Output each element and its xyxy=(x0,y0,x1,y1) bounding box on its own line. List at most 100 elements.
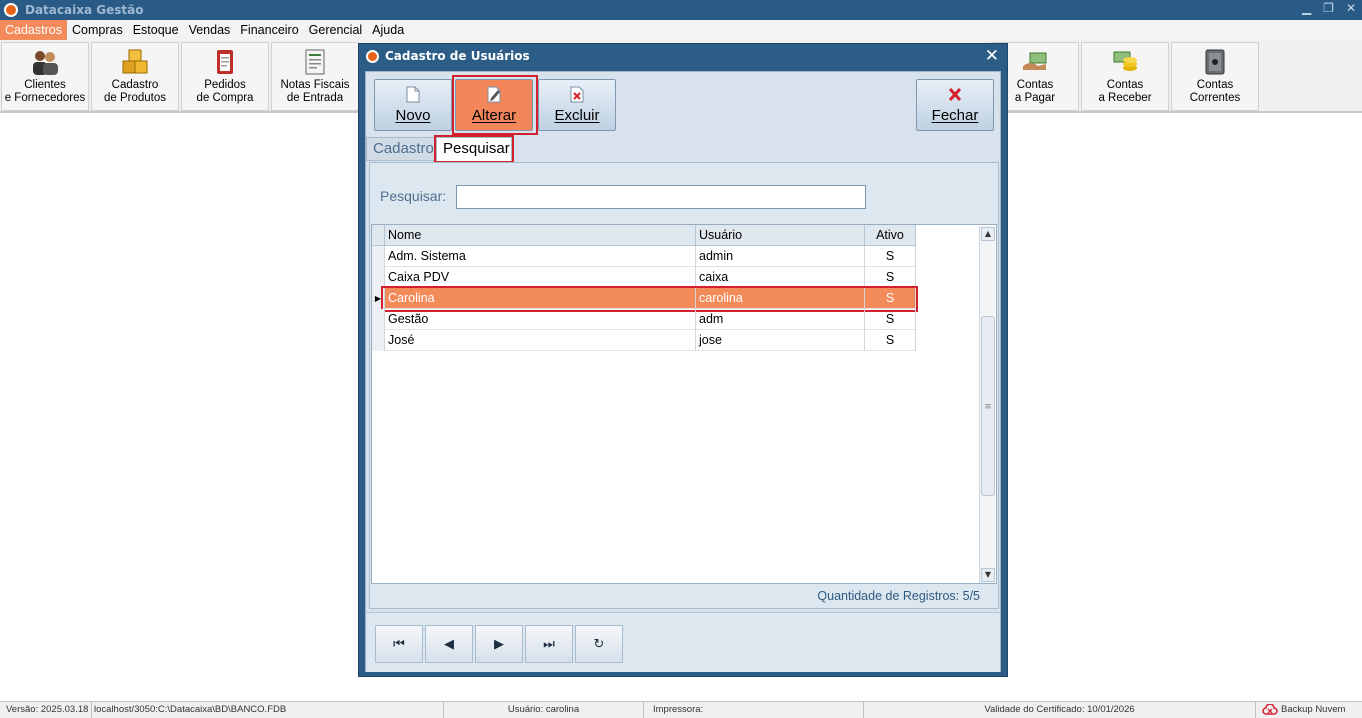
toolbar-label: Correntes xyxy=(1189,92,1241,104)
cell-ativo: S xyxy=(865,330,916,351)
dialog-close-icon[interactable]: ✕ xyxy=(985,46,999,66)
toolbar-label: Contas xyxy=(1196,79,1234,91)
minimize-icon[interactable]: ▁ xyxy=(1302,1,1311,15)
toolbar-label: Pedidos xyxy=(204,79,246,91)
navigation-bar: ⏮ ◀ ▶ ⏭ ↻ xyxy=(366,612,1000,672)
close-icon[interactable]: ✕ xyxy=(1346,1,1356,15)
notas-fiscais-entrada-button[interactable]: Notas Fiscais de Entrada xyxy=(271,42,359,111)
people-icon xyxy=(33,51,58,75)
grid-scrollbar[interactable]: ▲ ≡ ▼ xyxy=(979,226,995,583)
menu-gerencial[interactable]: Gerencial xyxy=(304,20,368,40)
backup-nuvem-status[interactable]: Backup Nuvem xyxy=(1256,702,1362,718)
menu-compras[interactable]: Compras xyxy=(67,20,128,40)
excluir-button[interactable]: Excluir xyxy=(538,79,616,131)
cadastro-produtos-button[interactable]: Cadastro de Produtos xyxy=(91,42,179,111)
safe-icon xyxy=(1205,49,1225,75)
cadastro-usuarios-dialog: Cadastro de Usuários ✕ Novo Alterar Excl… xyxy=(358,43,1008,677)
prev-record-button[interactable]: ◀ xyxy=(425,625,473,663)
menu-financeiro[interactable]: Financeiro xyxy=(235,20,303,40)
toolbar-label: Notas Fiscais xyxy=(280,79,350,91)
grid-header: Nome Usuário Ativo xyxy=(372,225,916,246)
next-record-button[interactable]: ▶ xyxy=(475,625,523,663)
cell-usuario: caixa xyxy=(696,267,865,288)
pesquisar-panel: Pesquisar: Nome Usuário Ativo Adm. Siste… xyxy=(369,162,999,609)
scroll-up-icon[interactable]: ▲ xyxy=(981,227,995,241)
column-nome[interactable]: Nome xyxy=(385,225,696,246)
toolbar-label: a Receber xyxy=(1098,92,1152,104)
first-record-button[interactable]: ⏮ xyxy=(375,625,423,663)
search-label: Pesquisar: xyxy=(380,188,447,204)
restore-icon[interactable]: ❐ xyxy=(1323,1,1334,15)
refresh-icon: ↻ xyxy=(593,636,605,652)
menu-vendas[interactable]: Vendas xyxy=(184,20,236,40)
app-title: Datacaixa Gestão xyxy=(25,3,144,17)
menu-estoque[interactable]: Estoque xyxy=(128,20,184,40)
row-indicator xyxy=(372,309,385,330)
window-controls: ▁ ❐ ✕ xyxy=(1302,1,1356,15)
cell-nome: Caixa PDV xyxy=(385,267,696,288)
cell-usuario: admin xyxy=(696,246,865,267)
contas-receber-button[interactable]: Contas a Receber xyxy=(1081,42,1169,111)
column-ativo[interactable]: Ativo xyxy=(865,225,916,246)
cell-ativo: S xyxy=(865,246,916,267)
dialog-body: Novo Alterar Excluir Fechar Cadastro Pes… xyxy=(365,71,1001,672)
header-indicator xyxy=(372,225,385,246)
cloud-error-icon xyxy=(1262,704,1278,715)
clientes-fornecedores-button[interactable]: Clientes e Fornecedores xyxy=(1,42,89,111)
next-icon: ▶ xyxy=(494,636,504,652)
cell-ativo: S xyxy=(865,309,916,330)
table-row[interactable]: Adm. Sistema admin S xyxy=(372,246,916,267)
menu-cadastros[interactable]: Cadastros xyxy=(0,20,67,40)
pesquisar-tab-highlight xyxy=(434,135,514,163)
novo-button[interactable]: Novo xyxy=(374,79,452,131)
refresh-button[interactable]: ↻ xyxy=(575,625,623,663)
toolbar-label: de Entrada xyxy=(286,92,344,104)
app-titlebar: Datacaixa Gestão ▁ ❐ ✕ xyxy=(0,0,1362,20)
table-row[interactable]: Caixa PDV caixa S xyxy=(372,267,916,288)
menu-ajuda[interactable]: Ajuda xyxy=(367,20,409,40)
dialog-logo-icon xyxy=(366,49,379,63)
boxes-icon xyxy=(122,49,148,74)
fechar-button[interactable]: Fechar xyxy=(916,79,994,131)
record-count: Quantidade de Registros: 5/5 xyxy=(817,589,980,603)
menu-bar: Cadastros Compras Estoque Vendas Finance… xyxy=(0,20,1362,40)
backup-label: Backup Nuvem xyxy=(1281,704,1346,715)
search-input[interactable] xyxy=(456,185,866,209)
cell-ativo: S xyxy=(865,267,916,288)
tab-cadastro[interactable]: Cadastro xyxy=(366,137,436,161)
status-certificado: Validade do Certificado: 10/01/2026 xyxy=(864,702,1256,718)
fechar-label: Fechar xyxy=(931,107,979,124)
toolbar-label: Cadastro xyxy=(111,79,159,91)
table-row[interactable]: Gestão adm S xyxy=(372,309,916,330)
table-row[interactable]: José jose S xyxy=(372,330,916,351)
last-record-button[interactable]: ⏭ xyxy=(525,625,573,663)
contas-correntes-button[interactable]: Contas Correntes xyxy=(1171,42,1259,111)
row-indicator xyxy=(372,246,385,267)
dialog-titlebar: Cadastro de Usuários ✕ xyxy=(359,44,1007,68)
scroll-thumb[interactable]: ≡ xyxy=(981,316,995,496)
status-banco: localhost/3050:C:\Datacaixa\BD\BANCO.FDB xyxy=(92,702,444,718)
status-usuario: Usuário: carolina xyxy=(444,702,644,718)
last-icon: ⏭ xyxy=(543,636,555,652)
excluir-label: Excluir xyxy=(554,107,600,124)
users-grid: Nome Usuário Ativo Adm. Sistema admin S … xyxy=(371,224,997,584)
scroll-down-icon[interactable]: ▼ xyxy=(981,568,995,582)
invoice-icon xyxy=(305,49,325,75)
toolbar-label: Contas xyxy=(1106,79,1144,91)
row-indicator xyxy=(372,330,385,351)
cell-usuario: adm xyxy=(696,309,865,330)
row-indicator xyxy=(372,267,385,288)
app-logo-icon xyxy=(4,3,18,17)
dialog-title: Cadastro de Usuários xyxy=(385,49,530,63)
cell-nome: José xyxy=(385,330,696,351)
clipboard-icon xyxy=(217,50,233,74)
toolbar-label: Contas xyxy=(1016,79,1054,91)
status-impressora: Impressora: xyxy=(644,702,864,718)
toolbar-label: a Pagar xyxy=(1014,92,1056,104)
column-usuario[interactable]: Usuário xyxy=(696,225,865,246)
pedidos-compra-button[interactable]: Pedidos de Compra xyxy=(181,42,269,111)
toolbar-label: Clientes xyxy=(24,79,66,91)
novo-label: Novo xyxy=(395,107,431,124)
hand-money-icon xyxy=(1023,52,1047,70)
close-x-icon xyxy=(948,87,962,102)
